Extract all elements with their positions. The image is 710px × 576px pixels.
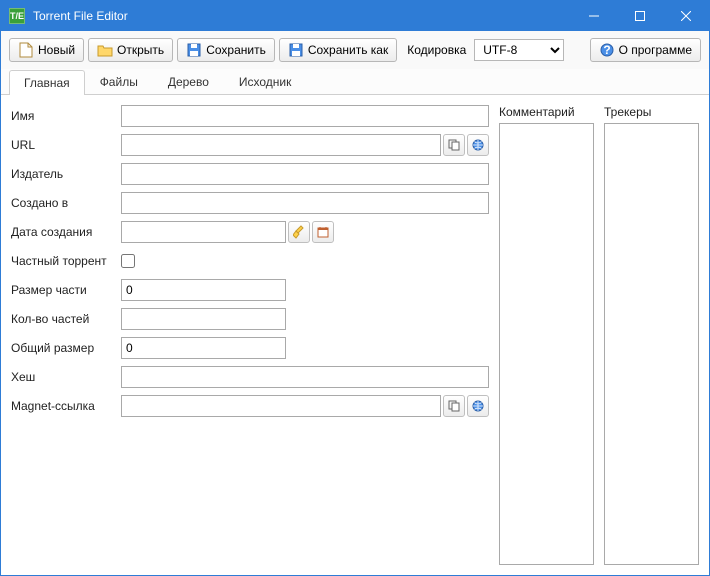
maximize-button[interactable] [617, 1, 663, 31]
private-label: Частный торрент [11, 254, 121, 268]
calendar-icon [317, 226, 329, 238]
new-button-label: Новый [38, 43, 75, 57]
saveas-button-label: Сохранить как [308, 43, 388, 57]
saveas-button[interactable]: Сохранить как [279, 38, 397, 62]
form-column: Имя URL Издатель [11, 105, 489, 565]
file-icon [18, 42, 34, 58]
tab-files[interactable]: Файлы [85, 69, 153, 94]
new-button[interactable]: Новый [9, 38, 84, 62]
private-checkbox[interactable] [121, 254, 135, 268]
open-button[interactable]: Открыть [88, 38, 173, 62]
piece-size-input[interactable] [121, 279, 286, 301]
globe-icon [472, 400, 484, 412]
magnet-open-button[interactable] [467, 395, 489, 417]
magnet-input[interactable] [121, 395, 441, 417]
broom-icon [293, 225, 305, 239]
tab-source[interactable]: Исходник [224, 69, 306, 94]
created-in-label: Создано в [11, 196, 121, 210]
copy-icon [448, 400, 460, 412]
open-button-label: Открыть [117, 43, 164, 57]
name-input[interactable] [121, 105, 489, 127]
magnet-label: Magnet-ссылка [11, 399, 121, 413]
minimize-button[interactable] [571, 1, 617, 31]
publisher-label: Издатель [11, 167, 121, 181]
content-area: Имя URL Издатель [1, 95, 709, 575]
publisher-input[interactable] [121, 163, 489, 185]
about-button[interactable]: ? О программе [590, 38, 701, 62]
date-now-button[interactable] [312, 221, 334, 243]
app-window: T/E Torrent File Editor Новый Открыть [0, 0, 710, 576]
folder-open-icon [97, 42, 113, 58]
trackers-label: Трекеры [604, 105, 699, 119]
window-title: Torrent File Editor [33, 9, 571, 23]
hash-input[interactable] [121, 366, 489, 388]
app-icon: T/E [9, 8, 25, 24]
titlebar: T/E Torrent File Editor [1, 1, 709, 31]
total-size-label: Общий размер [11, 341, 121, 355]
url-input[interactable] [121, 134, 441, 156]
piece-count-input[interactable] [121, 308, 286, 330]
creation-date-input[interactable] [121, 221, 286, 243]
url-copy-button[interactable] [443, 134, 465, 156]
hash-label: Хеш [11, 370, 121, 384]
encoding-select[interactable]: UTF-8 [474, 39, 564, 61]
trackers-box[interactable] [604, 123, 699, 565]
svg-text:?: ? [603, 43, 610, 57]
url-browse-button[interactable] [467, 134, 489, 156]
encoding-label: Кодировка [407, 43, 466, 57]
save-as-icon [288, 42, 304, 58]
piece-size-label: Размер части [11, 283, 121, 297]
tab-tree[interactable]: Дерево [153, 69, 224, 94]
tabbar: Главная Файлы Дерево Исходник [1, 69, 709, 95]
toolbar: Новый Открыть Сохранить Сохранить как Ко… [1, 31, 709, 69]
copy-icon [448, 139, 460, 151]
close-button[interactable] [663, 1, 709, 31]
trackers-column: Трекеры [604, 105, 699, 565]
about-button-label: О программе [619, 43, 692, 57]
piece-count-label: Кол-во частей [11, 312, 121, 326]
save-button[interactable]: Сохранить [177, 38, 275, 62]
url-label: URL [11, 138, 121, 152]
save-button-label: Сохранить [206, 43, 266, 57]
created-in-input[interactable] [121, 192, 489, 214]
globe-icon [472, 139, 484, 151]
tab-main[interactable]: Главная [9, 70, 85, 95]
creation-date-label: Дата создания [11, 225, 121, 239]
help-icon: ? [599, 42, 615, 58]
comment-box[interactable] [499, 123, 594, 565]
date-clear-button[interactable] [288, 221, 310, 243]
total-size-input[interactable] [121, 337, 286, 359]
name-label: Имя [11, 109, 121, 123]
comment-label: Комментарий [499, 105, 594, 119]
save-icon [186, 42, 202, 58]
magnet-copy-button[interactable] [443, 395, 465, 417]
comment-column: Комментарий [499, 105, 594, 565]
